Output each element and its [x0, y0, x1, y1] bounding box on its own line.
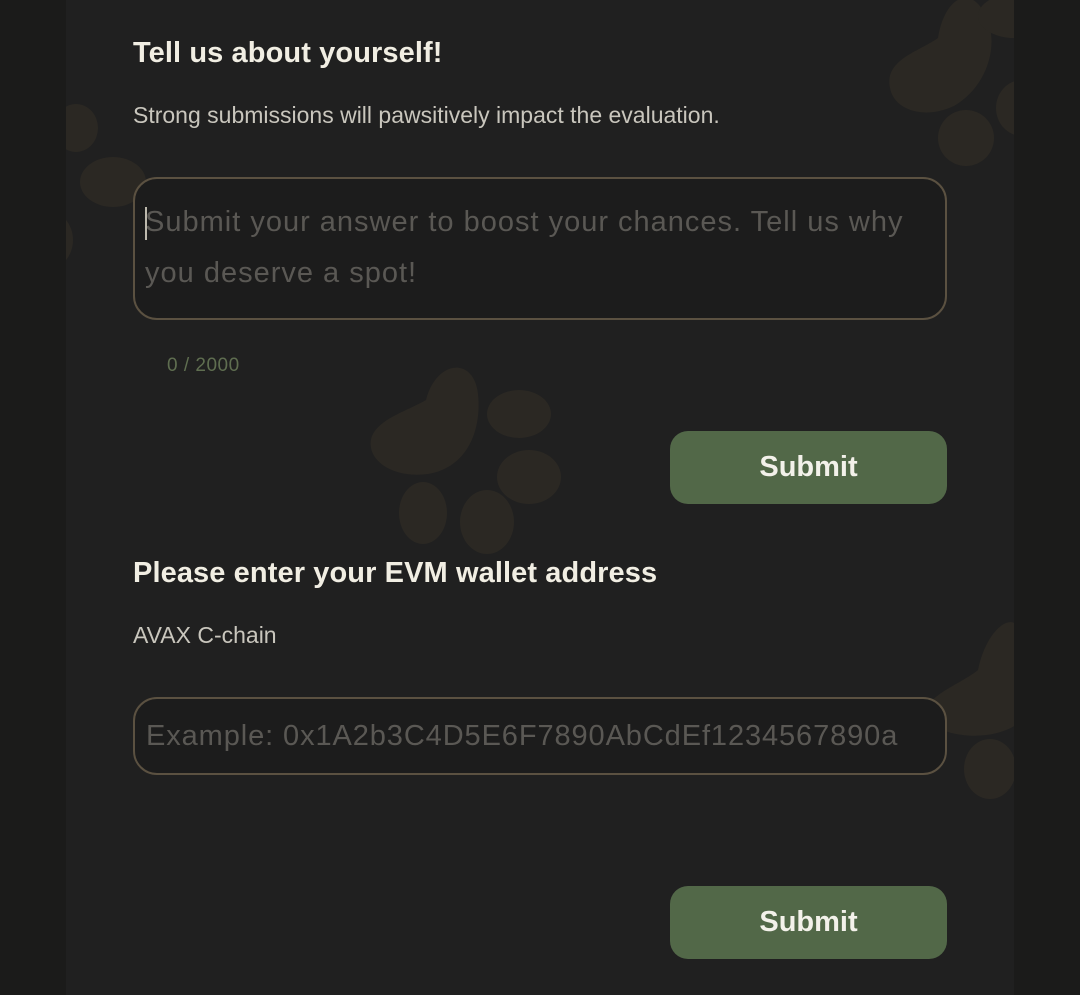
answer-textarea[interactable] — [145, 197, 935, 309]
character-counter: 0 / 2000 — [167, 355, 240, 376]
wallet-section-description: AVAX C-chain — [133, 622, 277, 648]
page: Tell us about yourself! Strong submissio… — [0, 0, 1080, 995]
paw-print-icon — [366, 360, 576, 560]
about-submit-button[interactable]: Submit — [670, 431, 947, 504]
answer-textarea-container[interactable] — [133, 177, 947, 320]
text-cursor — [145, 207, 147, 240]
wallet-submit-button[interactable]: Submit — [670, 886, 947, 959]
wallet-address-field-container[interactable] — [133, 697, 947, 775]
paw-print-icon — [884, 0, 1014, 180]
wallet-section-title: Please enter your EVM wallet address — [133, 557, 658, 589]
about-section-description: Strong submissions will pawsitively impa… — [133, 102, 720, 128]
about-section-title: Tell us about yourself! — [133, 37, 443, 69]
wallet-address-input[interactable] — [146, 699, 936, 773]
